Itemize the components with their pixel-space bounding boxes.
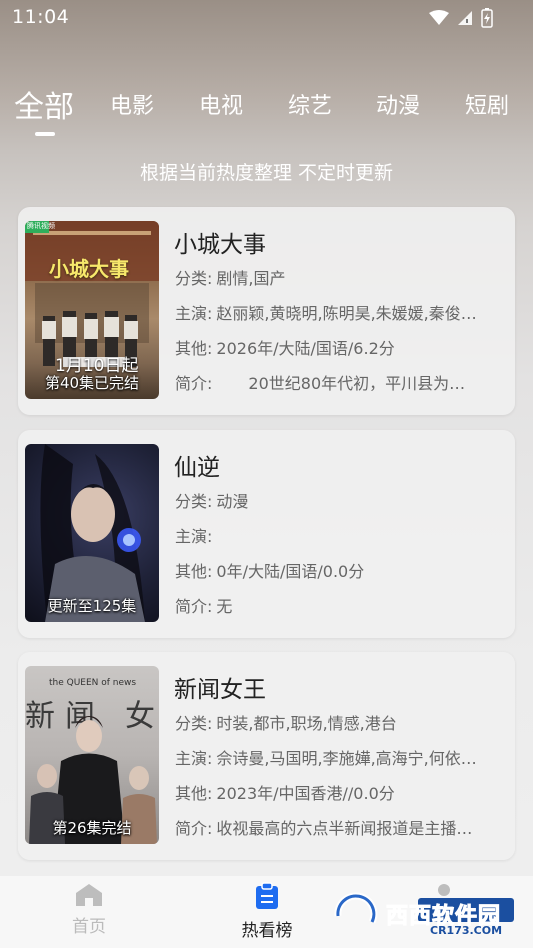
info-row: 其他: 2023年/中国香港//0.0分	[175, 784, 395, 803]
intro-row: 简介: 无	[175, 597, 233, 616]
info-row: 其他: 0年/大陆/国语/0.0分	[175, 562, 365, 581]
show-card[interactable]: 更新至125集 仙逆 分类: 动漫 主演: 其他: 0年/大陆/国语/0.0分 简介…	[18, 430, 515, 638]
poster-title-art: 小城大事	[49, 257, 129, 281]
status-icons	[429, 8, 493, 28]
watermark-logo: 西西软件园 CR173.COM	[332, 892, 516, 940]
tab-short-drama[interactable]: 短剧	[465, 88, 509, 120]
home-icon	[76, 884, 102, 906]
poster-title-art: the QUEEN of news	[49, 678, 137, 688]
episode-badge: 第40集已完结	[44, 374, 140, 392]
category-row: 分类: 时装,都市,职场,情感,港台	[175, 714, 397, 733]
status-bar: 11:04	[0, 0, 533, 36]
tab-movie[interactable]: 电影	[110, 88, 154, 120]
nav-home[interactable]: 首页	[49, 882, 129, 937]
watermark-url: CR173.COM	[430, 924, 503, 937]
show-card[interactable]: 新 闻 女 the QUEEN of news 第26集完结 新闻女王 分类: 时…	[18, 652, 515, 860]
cast-row: 主演: 赵丽颖,黄晓明,陈明昊,朱媛媛,秦俊…	[175, 304, 477, 323]
poster-image: 腾讯视频 小城大事 1月10日起 第40集已完结	[25, 221, 159, 399]
poster-image: 新 闻 女 the QUEEN of news 第26集完结	[25, 666, 159, 844]
svg-text:女: 女	[125, 699, 155, 734]
show-card[interactable]: 腾讯视频 小城大事 1月10日起 第40集已完结 小城大事 分类: 剧情,国产 主…	[18, 207, 515, 415]
episode-badge: 更新至125集	[47, 597, 137, 615]
tab-all[interactable]: 全部	[14, 82, 74, 126]
category-tabs: 全部 电影 电视 综艺 动漫 短剧	[0, 88, 533, 138]
episode-badge: 第26集完结	[52, 819, 132, 837]
signal-icon	[458, 11, 472, 25]
category-row: 分类: 动漫	[175, 492, 249, 511]
battery-icon	[481, 8, 493, 28]
svg-text:新: 新	[25, 699, 55, 734]
nav-home-label: 首页	[72, 917, 106, 937]
show-title: 仙逆	[174, 455, 220, 481]
nav-hot-list[interactable]: 热看榜	[227, 882, 307, 941]
tab-anime[interactable]: 动漫	[376, 88, 420, 120]
cast-row: 主演: 佘诗曼,马国明,李施嬅,高海宁,何依…	[175, 749, 477, 768]
show-title: 新闻女王	[174, 677, 266, 703]
wifi-icon	[429, 10, 449, 25]
poster-image: 更新至125集	[25, 444, 159, 622]
status-time: 11:04	[12, 6, 70, 28]
category-row: 分类: 剧情,国产	[175, 269, 286, 288]
poster-tag: 腾讯视频	[27, 222, 55, 230]
active-tab-indicator	[35, 132, 55, 136]
cast-row: 主演:	[175, 527, 213, 546]
intro-row: 简介: 收视最高的六点半新闻报道是主播…	[175, 819, 473, 838]
ranking-subtitle: 根据当前热度整理 不定时更新	[139, 162, 394, 184]
intro-row: 简介: 20世纪80年代初，平川县为…	[175, 374, 466, 393]
info-row: 其他: 2026年/大陆/国语/6.2分	[175, 339, 395, 358]
tab-variety[interactable]: 综艺	[288, 88, 332, 120]
nav-hot-label: 热看榜	[241, 921, 293, 941]
tab-tv[interactable]: 电视	[199, 88, 243, 120]
clipboard-icon	[256, 882, 278, 909]
show-title: 小城大事	[174, 232, 266, 258]
